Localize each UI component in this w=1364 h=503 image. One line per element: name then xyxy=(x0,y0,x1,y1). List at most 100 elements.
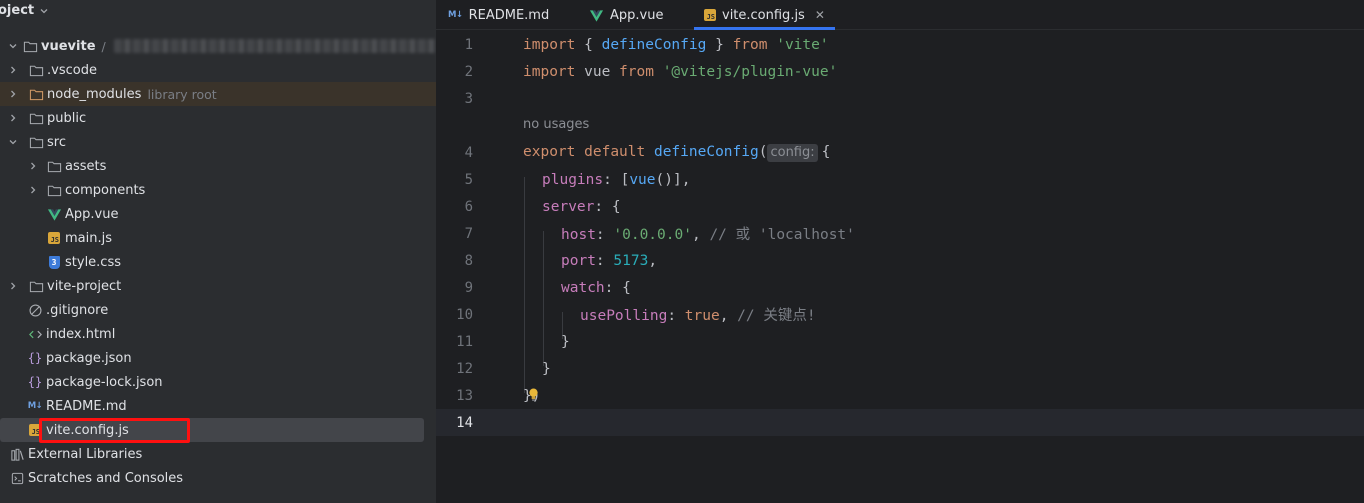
tree-item-label: .gitignore xyxy=(46,302,109,318)
tree-item-vite-project[interactable]: vite-project xyxy=(0,274,436,298)
line-number: 7 xyxy=(464,225,473,242)
tree-item-root[interactable]: vuevite / xyxy=(0,34,436,58)
tree-item-vite-config-js[interactable]: JS vite.config.js xyxy=(0,418,424,442)
line-number: 13 xyxy=(456,387,473,404)
code-text: } xyxy=(542,360,551,377)
code-line: 12 } xyxy=(436,355,1364,382)
line-number: 12 xyxy=(456,360,473,377)
line-number: 4 xyxy=(464,144,473,161)
code-text: import { defineConfig } from 'vite' xyxy=(523,36,829,53)
tab-vite-config-js[interactable]: JS vite.config.js ✕ xyxy=(694,0,835,30)
tab-label: README.md xyxy=(468,7,550,23)
tree-item-label: External Libraries xyxy=(28,446,143,462)
code-line: 6 server: { xyxy=(436,193,1364,220)
tree-item-label: assets xyxy=(65,158,107,174)
tree-item-public[interactable]: public xyxy=(0,106,436,130)
code-text: usePolling: true, // 关键点! xyxy=(580,308,816,324)
tree-item-gitignore[interactable]: .gitignore xyxy=(0,298,436,322)
tree-item-package-json[interactable]: {} package.json xyxy=(0,346,436,370)
project-tool-window: oject vuevite / .vscode node_modules lib… xyxy=(0,0,436,503)
redacted-path xyxy=(113,39,436,53)
tab-app-vue[interactable]: App.vue xyxy=(589,0,663,30)
chevron-right-icon[interactable] xyxy=(27,160,39,172)
tree-item-components[interactable]: components xyxy=(0,178,436,202)
tab-label: vite.config.js xyxy=(722,7,805,23)
code-text: export default defineConfig(config:{ xyxy=(523,143,831,162)
editor-pane: M↓ README.md App.vue JS vite.config.js ✕… xyxy=(436,0,1364,503)
tab-label: App.vue xyxy=(610,7,664,23)
tree-item-app-vue[interactable]: App.vue xyxy=(0,202,436,226)
folder-icon xyxy=(28,134,44,150)
code-editor[interactable]: 1 import { defineConfig } from 'vite' 2 … xyxy=(436,30,1364,503)
chevron-down-icon[interactable] xyxy=(7,40,19,52)
code-line: 10 usePolling: true, // 关键点! xyxy=(436,301,1364,328)
line-number: 2 xyxy=(464,63,473,80)
library-icon xyxy=(9,446,25,462)
chevron-down-icon[interactable] xyxy=(7,136,19,148)
folder-icon xyxy=(46,182,62,198)
line-number: 9 xyxy=(464,279,473,296)
folder-icon xyxy=(46,158,62,174)
tree-item-label: public xyxy=(47,110,87,126)
line-number: 5 xyxy=(464,171,473,188)
tree-item-label: main.js xyxy=(65,230,112,246)
chevron-right-icon[interactable] xyxy=(7,112,19,124)
root-path: / xyxy=(101,38,106,54)
tree-item-package-lock-json[interactable]: {} package-lock.json xyxy=(0,370,436,394)
vue-icon xyxy=(46,206,62,222)
project-panel-header[interactable]: oject xyxy=(0,0,49,20)
lightbulb-icon[interactable] xyxy=(528,387,539,406)
html-file-icon xyxy=(27,326,43,342)
tree-item-label: node_modules xyxy=(47,86,142,102)
folder-icon xyxy=(28,62,44,78)
chevron-down-icon[interactable] xyxy=(39,5,49,15)
tree-item-scratches-and-consoles[interactable]: Scratches and Consoles xyxy=(0,466,436,490)
tree-item-main-js[interactable]: JS main.js xyxy=(0,226,436,250)
tree-item-style-css[interactable]: 3 style.css xyxy=(0,250,436,274)
tree-item-external-libraries[interactable]: External Libraries xyxy=(0,442,436,466)
chevron-right-icon[interactable] xyxy=(27,184,39,196)
chevron-right-icon[interactable] xyxy=(7,64,19,76)
markdown-file-icon: M↓ xyxy=(27,401,43,411)
code-text: watch: { xyxy=(561,279,631,296)
ignore-file-icon xyxy=(27,302,43,318)
scratches-icon xyxy=(9,470,25,486)
tree-item-label: components xyxy=(65,182,146,198)
json-file-icon: {} xyxy=(27,375,43,389)
tree-item-assets[interactable]: assets xyxy=(0,154,436,178)
tree-item-node-modules[interactable]: node_modules library root xyxy=(0,82,436,106)
javascript-file-icon: JS xyxy=(46,230,62,246)
line-number: 10 xyxy=(456,306,473,323)
tree-item-label: README.md xyxy=(46,398,127,414)
tree-item-label: style.css xyxy=(65,254,121,270)
code-line: 5 plugins: [vue()], xyxy=(436,166,1364,193)
editor-tab-bar: M↓ README.md App.vue JS vite.config.js ✕ xyxy=(436,0,1364,30)
tree-item-label: package-lock.json xyxy=(46,374,163,390)
line-number: 8 xyxy=(464,252,473,269)
chevron-right-icon[interactable] xyxy=(7,280,19,292)
code-line: 11 } xyxy=(436,328,1364,355)
tree-item-readme-md[interactable]: M↓ README.md xyxy=(0,394,436,418)
library-folder-icon xyxy=(28,86,44,102)
close-icon[interactable]: ✕ xyxy=(815,8,825,22)
code-line: 4 export default defineConfig(config:{ xyxy=(436,139,1364,166)
json-file-icon: {} xyxy=(27,351,43,365)
tree-item-label: Scratches and Consoles xyxy=(28,470,184,486)
tree-item-label: src xyxy=(47,134,66,150)
line-number: 14 xyxy=(456,414,473,431)
tree-item-src[interactable]: src xyxy=(0,130,436,154)
tree-item-vscode[interactable]: .vscode xyxy=(0,58,436,82)
library-root-hint: library root xyxy=(147,86,217,102)
usages-inlay-hint[interactable]: no usages xyxy=(523,117,589,132)
markdown-file-icon: M↓ xyxy=(448,10,463,20)
code-text: port: 5173, xyxy=(561,252,658,269)
tree-item-label: index.html xyxy=(46,326,116,342)
tab-readme-md[interactable]: M↓ README.md xyxy=(448,0,549,30)
line-number: 3 xyxy=(464,90,473,107)
chevron-right-icon[interactable] xyxy=(7,88,19,100)
line-number: 1 xyxy=(464,36,473,53)
code-line: 13 }) xyxy=(436,382,1364,409)
code-line: 2 import vue from '@vitejs/plugin-vue' xyxy=(436,58,1364,85)
tree-item-index-html[interactable]: index.html xyxy=(0,322,436,346)
folder-icon xyxy=(28,110,44,126)
